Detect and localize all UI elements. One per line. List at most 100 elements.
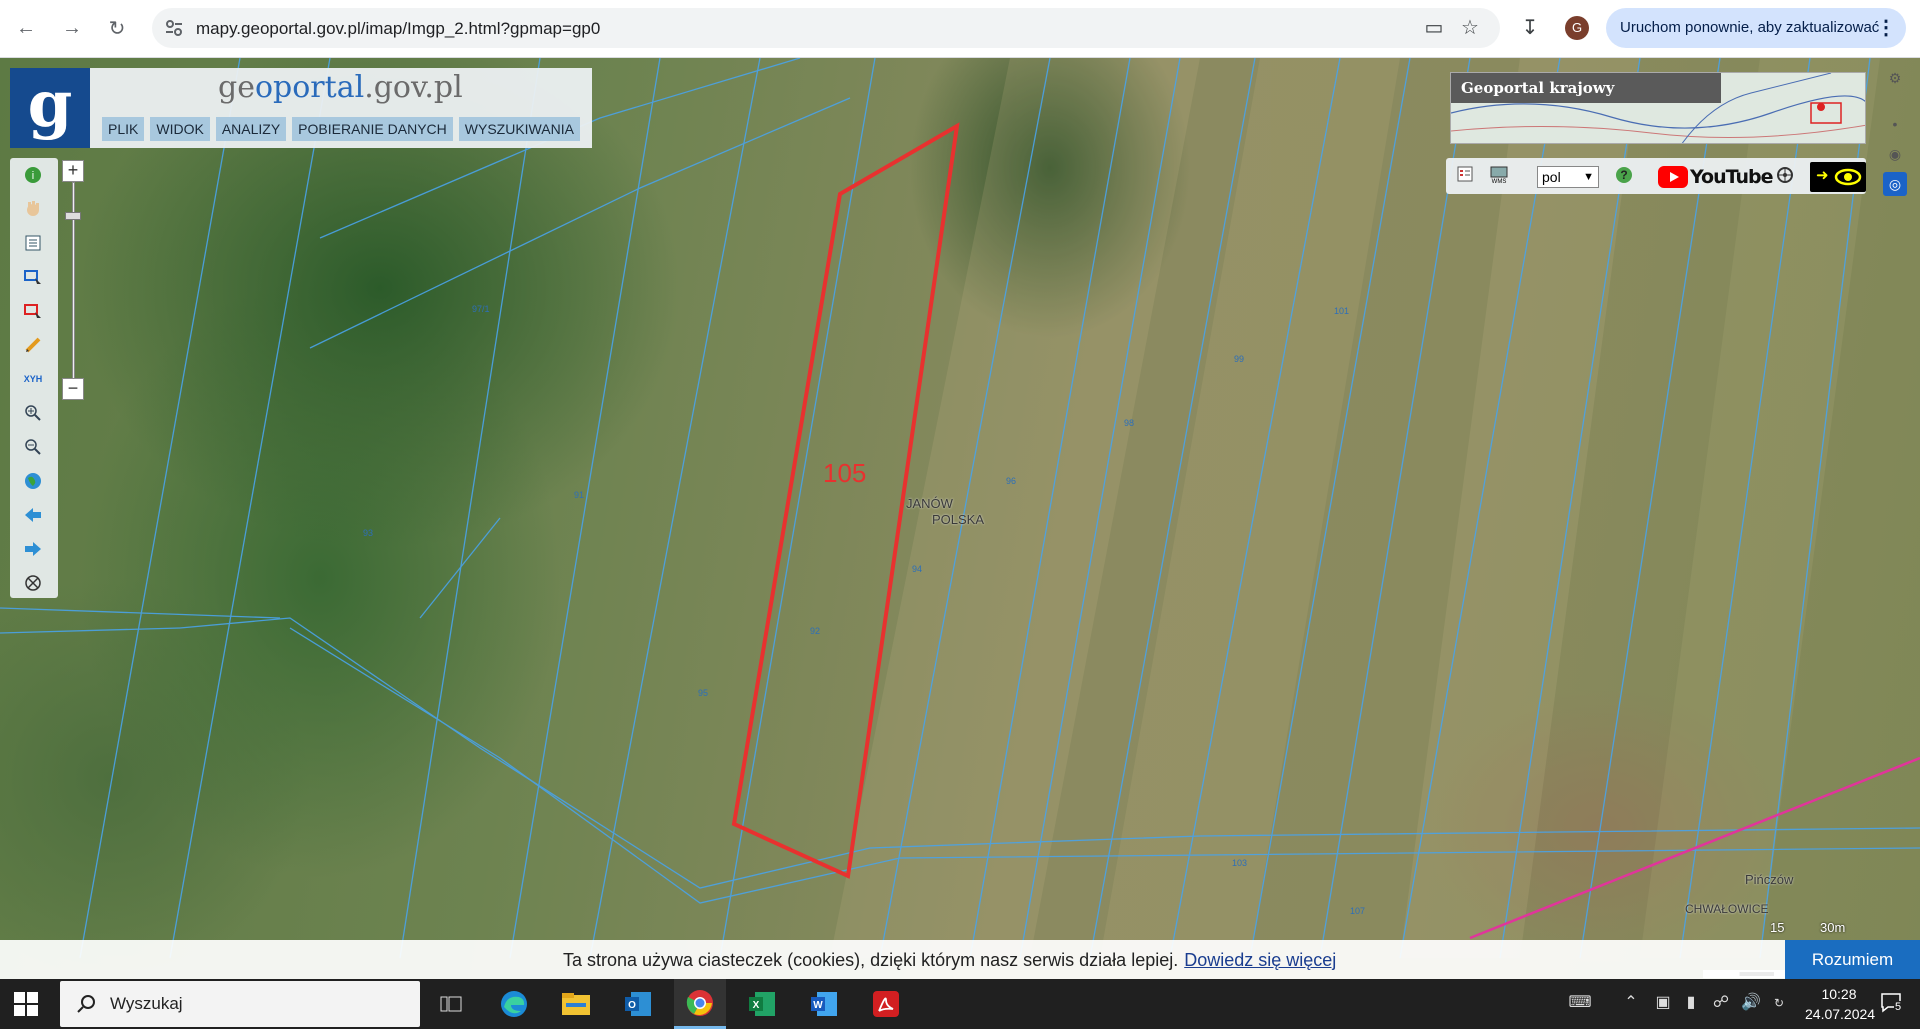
keyboard-icon[interactable]: ⌨ [1566, 992, 1594, 1014]
battery-icon[interactable]: ▮ [1680, 992, 1702, 1014]
xyh-coordinates-icon[interactable]: XYH [22, 368, 44, 390]
clock[interactable]: 10:28 24.07.2024 [1805, 984, 1875, 1024]
info-icon[interactable]: i [22, 164, 44, 186]
cookie-more-link[interactable]: Dowiedz się więcej [1184, 950, 1336, 970]
youtube-link[interactable]: YouTube [1658, 165, 1773, 189]
taskbar-search[interactable]: Wyszukaj [60, 981, 420, 1027]
previous-view-arrow-icon[interactable] [22, 504, 44, 526]
high-contrast-toggle[interactable]: ➜ [1810, 162, 1866, 192]
legend-icon[interactable] [22, 232, 44, 254]
site-info-icon[interactable] [164, 18, 184, 38]
chevron-up-icon[interactable]: ⌃ [1620, 992, 1642, 1014]
wms-service-icon[interactable]: WMS [1488, 166, 1510, 188]
parcel-small-label: 91 [574, 490, 585, 500]
install-app-icon[interactable]: ▭ [1422, 16, 1446, 40]
word-icon[interactable]: W [798, 979, 850, 1029]
zoom-slider-handle[interactable] [65, 212, 81, 220]
volume-icon[interactable]: 🔊 [1740, 992, 1762, 1014]
parcel-small-label: 95 [698, 688, 709, 698]
title-prefix: ge [218, 70, 255, 105]
svg-text:?: ? [1620, 168, 1627, 182]
notifications-count: 5 [1894, 1001, 1903, 1013]
geoportal-title: geoportal.gov.pl [218, 70, 463, 105]
parcel-small-label: 101 [1334, 306, 1350, 316]
outlook-icon[interactable]: O [612, 979, 664, 1029]
geoportal-logo[interactable]: g [10, 68, 90, 148]
clear-icon[interactable] [22, 572, 44, 594]
profile-avatar[interactable]: G [1565, 16, 1589, 40]
parcel-small-label: 98 [1124, 418, 1135, 428]
file-explorer-icon[interactable] [550, 979, 602, 1029]
url-text[interactable]: mapy.geoportal.gov.pl/imap/Imgp_2.html?g… [196, 19, 600, 39]
zoom-out-icon[interactable] [22, 436, 44, 458]
forward-button[interactable]: → [56, 12, 88, 44]
language-select[interactable]: pol ▼ [1537, 166, 1599, 188]
pan-hand-icon[interactable] [22, 198, 44, 220]
parcel-small-label: 97/1 [472, 304, 490, 314]
title-suffix: .gov.pl [364, 70, 463, 105]
address-bar[interactable]: mapy.geoportal.gov.pl/imap/Imgp_2.html?g… [152, 8, 1500, 48]
edge-icon[interactable] [488, 979, 540, 1029]
scale-label-left: 15 [1770, 920, 1785, 935]
download-icon[interactable]: ↧ [1516, 14, 1544, 42]
menu-plik[interactable]: PLIK [102, 117, 145, 141]
select-area-red-icon[interactable] [22, 300, 44, 322]
view-eye-icon[interactable]: ◉ [1883, 142, 1907, 166]
draw-pencil-icon[interactable] [22, 334, 44, 356]
full-extent-globe-icon[interactable] [22, 470, 44, 492]
svg-text:i: i [32, 170, 34, 182]
side-controls: ⚙ • ◉ ◎ [1880, 66, 1910, 196]
reload-button[interactable]: ↻ [101, 12, 133, 44]
meet-icon[interactable]: ▣ [1652, 992, 1674, 1014]
cookie-accept-button[interactable]: Rozumiem [1785, 940, 1920, 980]
layers-list-icon[interactable] [1454, 166, 1476, 188]
parcel-small-label: 93 [363, 528, 374, 538]
back-button[interactable]: ← [10, 12, 42, 44]
cookie-banner: Ta strona używa ciasteczek (cookies), dz… [0, 940, 1920, 980]
parcel-small-label: 92 [810, 626, 821, 636]
dot-icon[interactable]: • [1883, 112, 1907, 136]
settings-gear-icon[interactable]: ⚙ [1883, 66, 1907, 90]
search-placeholder: Wyszukaj [110, 994, 183, 1013]
sync-icon[interactable]: ↻ [1768, 992, 1790, 1014]
parcel-small-label: 103 [1232, 858, 1248, 868]
update-button[interactable]: Uruchom ponownie, aby zaktualizować ⋮ [1606, 8, 1906, 48]
place-label-chwalowice: CHWAŁOWICE [1685, 902, 1769, 916]
chevron-down-icon: ▼ [1583, 171, 1594, 183]
map-canvas[interactable]: 105 JANÓW POLSKA Pińczów CHWAŁOWICE 97/1… [0, 58, 1920, 979]
help-icon[interactable]: ? [1613, 166, 1635, 188]
next-view-arrow-icon[interactable] [22, 538, 44, 560]
geoportal-header: g geoportal.gov.pl PLIK WIDOK ANALIZY PO… [10, 68, 592, 148]
acrobat-icon[interactable] [860, 979, 912, 1029]
windows-start-icon[interactable] [14, 992, 38, 1016]
menu-dots-icon[interactable]: ⋮ [1876, 8, 1896, 48]
network-icon[interactable]: ☍ [1710, 992, 1732, 1014]
cookie-text: Ta strona używa ciasteczek (cookies), dz… [563, 950, 1179, 970]
parcel-small-label: 96 [1006, 476, 1017, 486]
overview-title: Geoportal krajowy [1451, 73, 1721, 103]
menu-wyszukiwania[interactable]: WYSZUKIWANIA [458, 117, 580, 141]
menu-pobieranie-danych[interactable]: POBIERANIE DANYCH [292, 117, 453, 141]
parcel-small-label: 107 [1350, 906, 1366, 916]
excel-icon[interactable]: X [736, 979, 788, 1029]
menu-analizy[interactable]: ANALIZY [215, 117, 287, 141]
zoom-in-icon[interactable] [22, 402, 44, 424]
select-area-blue-icon[interactable] [22, 266, 44, 288]
bookmark-star-icon[interactable]: ☆ [1458, 16, 1482, 40]
zoom-slider: + − [62, 160, 84, 404]
menu-widok[interactable]: WIDOK [150, 117, 210, 141]
accessibility-wheel-icon[interactable] [1774, 166, 1796, 188]
parcel-number-label[interactable]: 105 [823, 458, 866, 489]
zoom-plus-button[interactable]: + [62, 160, 84, 182]
task-view-icon[interactable] [425, 979, 477, 1029]
place-label-polska: POLSKA [932, 512, 985, 527]
zoom-minus-button[interactable]: − [62, 378, 84, 400]
title-accent: oportal [254, 70, 365, 105]
place-label-pinczow: Pińczów [1745, 872, 1794, 887]
notifications-icon[interactable]: 5 [1880, 991, 1904, 1015]
chrome-icon[interactable] [674, 979, 726, 1029]
right-toolbar: WMS pol ▼ ? YouTube ➜ [1446, 158, 1866, 194]
search-icon [77, 995, 95, 1013]
overview-map[interactable]: Geoportal krajowy [1450, 72, 1866, 144]
visibility-eye-icon[interactable]: ◎ [1883, 172, 1907, 196]
